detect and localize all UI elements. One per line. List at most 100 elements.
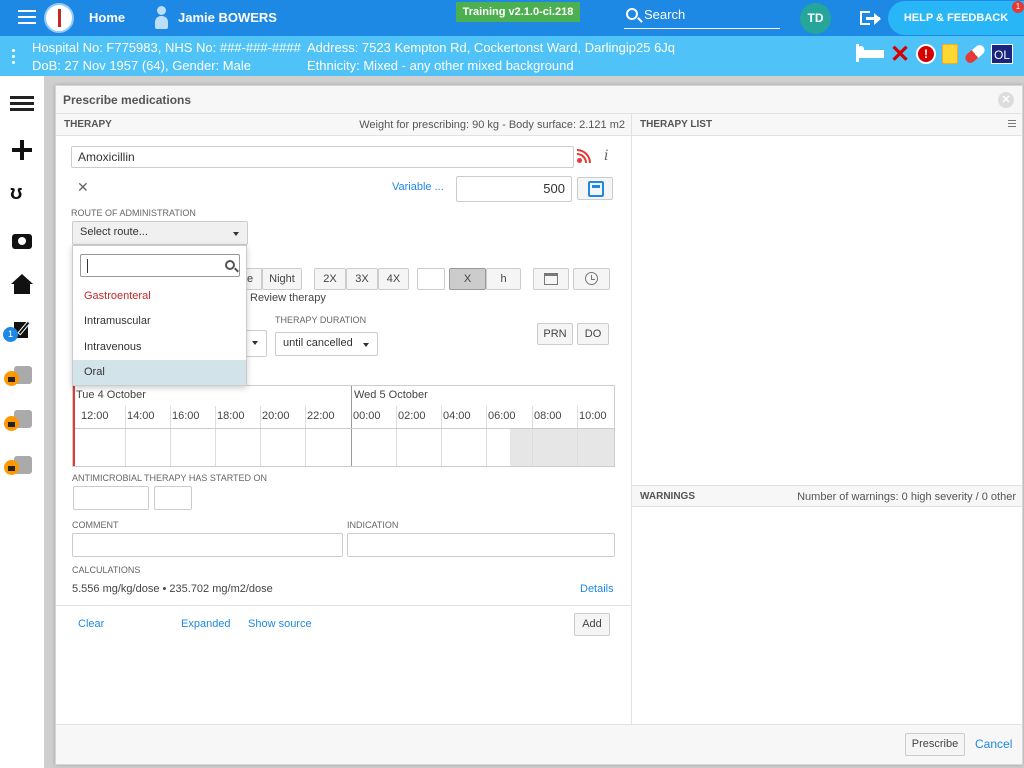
timeline-past-shading <box>510 429 614 466</box>
timeline-day-1: Tue 4 October <box>76 389 146 401</box>
bed-icon[interactable] <box>856 44 884 66</box>
alert-icon[interactable]: ! <box>916 44 936 64</box>
patient-ethnicity: Ethnicity: Mixed - any other mixed backg… <box>307 58 574 73</box>
clear-drug-icon[interactable]: ✕ <box>77 179 89 196</box>
calendar-button[interactable] <box>533 268 569 290</box>
add-icon[interactable] <box>10 139 34 161</box>
top-bar: Home Jamie BOWERS Training v2.1.0-ci.218… <box>0 0 1024 36</box>
review-therapy-label[interactable]: Review therapy <box>250 292 326 304</box>
red-cross-icon[interactable]: ✕ <box>890 43 910 67</box>
chevron-down-icon <box>252 341 258 345</box>
hours-interval-button[interactable]: h <box>486 268 521 290</box>
route-option-intravenous[interactable]: Intravenous <box>73 335 246 360</box>
route-label: ROUTE OF ADMINISTRATION <box>71 208 196 218</box>
therapy-header-label: THERAPY <box>64 119 112 130</box>
do-button[interactable]: DO <box>577 323 609 345</box>
timeline-hour: 12:00 <box>81 410 109 422</box>
close-icon[interactable]: ✕ <box>998 92 1014 108</box>
user-avatar[interactable]: TD <box>800 3 831 34</box>
antimicrobial-time-input[interactable] <box>154 486 192 510</box>
list-icon[interactable] <box>10 96 34 118</box>
timeline-gridline <box>486 406 487 466</box>
help-feedback-button[interactable]: HELP & FEEDBACK <box>888 1 1024 35</box>
prescribe-button[interactable]: Prescribe <box>905 733 965 756</box>
logout-icon[interactable] <box>860 9 882 27</box>
dialog-title: Prescribe medications <box>63 93 192 107</box>
antimicrobial-date-input[interactable] <box>73 486 149 510</box>
text-cursor <box>87 259 88 273</box>
rss-feed-icon[interactable] <box>577 149 591 163</box>
frequency-4x-button[interactable]: 4X <box>378 268 409 290</box>
variable-link[interactable]: Variable ... <box>392 181 444 193</box>
calculations-label: CALCULATIONS <box>72 565 141 575</box>
dose-input[interactable]: 500 <box>456 176 572 202</box>
training-version-badge: Training v2.1.0-ci.218 <box>456 2 580 22</box>
details-link[interactable]: Details <box>580 583 614 595</box>
clear-link[interactable]: Clear <box>78 618 104 630</box>
timeline-gridline <box>441 406 442 466</box>
person-icon <box>152 6 172 30</box>
ol-badge[interactable]: OL <box>991 44 1013 64</box>
info-icon[interactable]: i <box>604 148 608 164</box>
patient-banner: Hospital No: F775983, NHS No: ###-###-##… <box>0 36 1024 76</box>
antimicrobial-label: ANTIMICROBIAL THERAPY HAS STARTED ON <box>72 473 268 483</box>
patient-name[interactable]: Jamie BOWERS <box>178 10 277 25</box>
night-button[interactable]: Night <box>262 268 302 290</box>
calculator-button[interactable] <box>577 177 613 200</box>
route-option-intramuscular[interactable]: Intramuscular <box>73 309 246 334</box>
medication-jar-icon[interactable] <box>942 44 958 64</box>
hamburger-menu-icon[interactable] <box>18 10 36 26</box>
indication-input[interactable] <box>347 533 615 557</box>
form-divider <box>56 605 631 606</box>
expanded-link[interactable]: Expanded <box>181 618 231 630</box>
search-label: Search <box>644 7 686 22</box>
prn-button[interactable]: PRN <box>537 323 573 345</box>
chevron-down-icon <box>363 343 369 347</box>
timeline-hour: 10:00 <box>579 410 607 422</box>
timeline-hour: 06:00 <box>488 410 516 422</box>
timeline-day-2: Wed 5 October <box>354 389 428 401</box>
home-icon[interactable] <box>10 274 34 296</box>
timeline-hour: 14:00 <box>127 410 155 422</box>
timeline-gridline <box>215 406 216 466</box>
timeline-hour: 18:00 <box>217 410 245 422</box>
route-dropdown: Gastroenteral Intramuscular Intravenous … <box>72 245 247 386</box>
cancel-link[interactable]: Cancel <box>975 737 1012 751</box>
camera-icon[interactable] <box>10 229 34 251</box>
timeline-hour: 08:00 <box>534 410 562 422</box>
timeline-gridline <box>125 406 126 466</box>
lock-icon <box>4 371 19 386</box>
drug-input[interactable]: Amoxicillin <box>71 146 574 168</box>
therapy-duration-select[interactable]: until cancelled <box>275 332 378 356</box>
route-select[interactable]: Select route... <box>72 221 248 245</box>
pill-icon[interactable] <box>963 43 987 65</box>
more-options-icon[interactable] <box>12 49 16 67</box>
timeline-gridline <box>577 406 578 466</box>
stethoscope-icon[interactable]: ʊ <box>10 182 34 204</box>
add-button[interactable]: Add <box>574 613 610 636</box>
app-logo[interactable] <box>44 3 74 33</box>
therapy-list-header: THERAPY LIST <box>631 114 1022 136</box>
frequency-count-input[interactable] <box>417 268 445 290</box>
frequency-3x-button[interactable]: 3X <box>346 268 378 290</box>
times-per-day-button[interactable]: X <box>449 268 486 290</box>
start-select[interactable] <box>244 330 267 357</box>
lock-icon <box>4 460 19 475</box>
show-source-link[interactable]: Show source <box>248 618 312 630</box>
search-field[interactable]: Search <box>624 5 780 29</box>
time-button[interactable] <box>573 268 610 290</box>
comment-input[interactable] <box>72 533 343 557</box>
warnings-header: WARNINGS Number of warnings: 0 high seve… <box>631 485 1022 507</box>
home-link[interactable]: Home <box>89 10 125 25</box>
warnings-count: Number of warnings: 0 high severity / 0 … <box>797 491 1016 503</box>
timeline-hour: 02:00 <box>398 410 426 422</box>
prescribe-medications-dialog: Prescribe medications ✕ THERAPY Weight f… <box>55 85 1023 765</box>
route-option-gastroenteral[interactable]: Gastroenteral <box>73 284 246 309</box>
route-search-input[interactable] <box>80 254 240 277</box>
menu-icon[interactable] <box>1008 120 1016 129</box>
therapy-timeline[interactable]: Tue 4 October Wed 5 October 12:00 14:00 … <box>72 385 615 467</box>
route-option-oral[interactable]: Oral <box>73 360 246 385</box>
frequency-2x-button[interactable]: 2X <box>314 268 346 290</box>
therapy-duration-label: THERAPY DURATION <box>275 315 367 325</box>
timeline-gridline <box>532 406 533 466</box>
